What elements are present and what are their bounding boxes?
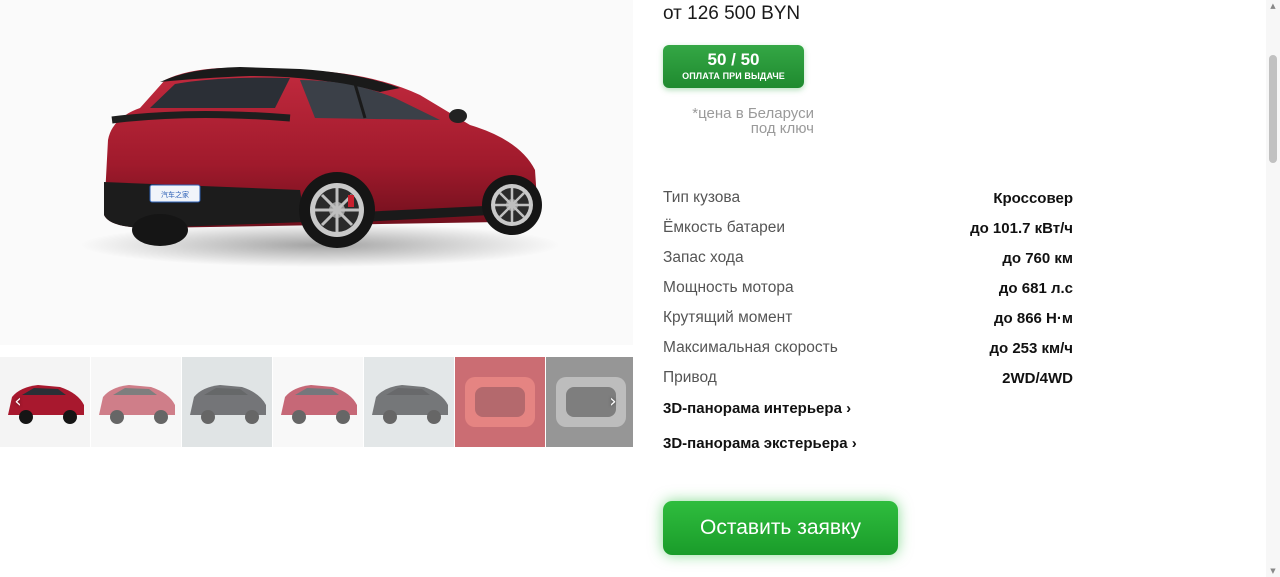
scroll-thumb[interactable]: [1269, 55, 1277, 163]
svg-text:汽车之家: 汽车之家: [161, 190, 189, 199]
thumbnail-image: [182, 357, 272, 447]
thumbnail-image: [273, 357, 363, 447]
interior-panorama-link[interactable]: 3D-панорама интерьера ›: [663, 400, 851, 417]
spec-label: Ёмкость батареи: [663, 219, 786, 236]
thumbnail-image: [455, 357, 545, 447]
price-note-line2: под ключ: [750, 120, 814, 137]
thumbnail-prev-icon[interactable]: ‹: [8, 392, 28, 412]
scroll-down-icon[interactable]: ▼: [1269, 567, 1277, 575]
thumb-black-showroom[interactable]: [182, 357, 272, 447]
spec-row: Запас хода до 760 км: [663, 243, 1073, 273]
thumbnail-image: [91, 357, 181, 447]
car-image: 汽车之家: [80, 67, 560, 267]
spec-label: Максимальная скорость: [663, 339, 838, 356]
spec-label: Крутящий момент: [663, 309, 793, 326]
spec-value: до 866 Н·м: [994, 309, 1073, 327]
thumb-red-side[interactable]: [273, 357, 363, 447]
price-note-line1: *цена в Беларуси: [692, 105, 814, 122]
badge-caption: ОПЛАТА ПРИ ВЫДАЧЕ: [682, 71, 785, 81]
spec-value: до 253 км/ч: [989, 339, 1073, 357]
specs-table: Тип кузова Кроссовер Ёмкость батареи до …: [663, 183, 1073, 393]
spec-label: Запас хода: [663, 249, 744, 266]
spec-label: Тип кузова: [663, 189, 741, 206]
spec-row: Мощность мотора до 681 л.с: [663, 273, 1073, 303]
thumb-black-side[interactable]: [364, 357, 454, 447]
page-scrollbar[interactable]: ▲ ▼: [1266, 0, 1280, 577]
main-car-photo[interactable]: 汽车之家: [0, 0, 633, 345]
submit-request-button[interactable]: Оставить заявку: [663, 501, 898, 555]
spec-value: до 681 л.с: [998, 279, 1073, 297]
scroll-up-icon[interactable]: ▲: [1269, 2, 1277, 10]
thumb-red-rear-2[interactable]: [91, 357, 181, 447]
thumb-interior-red[interactable]: [455, 357, 545, 447]
spec-value: 2WD/4WD: [1002, 369, 1073, 387]
spec-label: Привод: [663, 369, 717, 386]
thumbnail-strip: [0, 357, 633, 447]
price-note: *цена в Беларуси под ключ: [663, 106, 814, 136]
spec-row: Тип кузова Кроссовер: [663, 183, 1073, 213]
spec-label: Мощность мотора: [663, 279, 794, 296]
payment-badge: 50 / 50 ОПЛАТА ПРИ ВЫДАЧЕ: [663, 45, 804, 88]
price: от 126 500 BYN: [663, 3, 801, 24]
spec-value: до 101.7 кВт/ч: [970, 219, 1073, 237]
exterior-panorama-link[interactable]: 3D-панорама экстерьера ›: [663, 435, 857, 452]
spec-row: Крутящий момент до 866 Н·м: [663, 303, 1073, 333]
spec-value: до 760 км: [1002, 249, 1073, 267]
badge-ratio: 50 / 50: [707, 50, 760, 69]
thumbnail-image: [364, 357, 454, 447]
spec-row: Максимальная скорость до 253 км/ч: [663, 333, 1073, 363]
spec-row: Ёмкость батареи до 101.7 кВт/ч: [663, 213, 1073, 243]
spec-value: Кроссовер: [993, 189, 1073, 207]
spec-row: Привод 2WD/4WD: [663, 363, 1073, 393]
thumbnail-next-icon[interactable]: ›: [603, 392, 623, 412]
